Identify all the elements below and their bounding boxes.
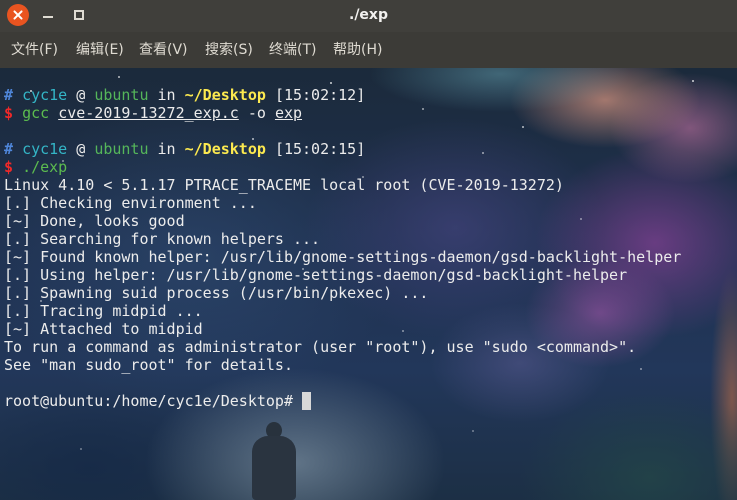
prompt-time: [15:02:15]: [274, 140, 366, 158]
output-line: [~] Found known helper: /usr/lib/gnome-s…: [4, 248, 682, 266]
command-line: $ gcc cve-2019-13272_exp.c -o exp: [4, 104, 681, 122]
prompt-in: in: [157, 140, 176, 158]
command-arg: cve-2019-13272_exp.c: [58, 104, 239, 122]
menu-item-edit[interactable]: 编辑(E): [76, 32, 124, 68]
terminal-window: ./exp 文件(F) 编辑(E) 查看(V) 搜索(S) 终端(T) 帮助(H…: [0, 0, 737, 500]
command-arg: -o: [247, 104, 266, 122]
prompt-at: @: [76, 140, 86, 158]
prompt-dir: ~/Desktop: [184, 140, 266, 158]
menu-item-file[interactable]: 文件(F): [11, 32, 58, 68]
menu-bar: 文件(F) 编辑(E) 查看(V) 搜索(S) 终端(T) 帮助(H): [0, 32, 737, 68]
prompt-hash: #: [4, 140, 14, 158]
close-button[interactable]: [7, 4, 29, 26]
minimize-icon: [43, 16, 53, 18]
prompt-host: ubuntu: [94, 86, 149, 104]
prompt-dir: ~/Desktop: [184, 86, 266, 104]
prompt-time: [15:02:12]: [274, 86, 366, 104]
minimize-button[interactable]: [37, 5, 59, 27]
maximize-icon: [74, 10, 84, 20]
prompt-user: cyc1e: [22, 140, 68, 158]
menu-item-search[interactable]: 搜索(S): [205, 32, 253, 68]
terminal-cursor: [302, 392, 312, 410]
output-line: [.] Tracing midpid ...: [4, 302, 203, 320]
output-line: To run a command as administrator (user …: [4, 338, 637, 356]
close-icon: [7, 4, 29, 26]
command-program: ./exp: [22, 158, 68, 176]
output-line: [.] Searching for known helpers ...: [4, 230, 321, 248]
output-line: [~] Done, looks good: [4, 212, 185, 230]
stars-decoration: [0, 68, 2, 70]
prompt-user: cyc1e: [22, 86, 68, 104]
output-line: Linux 4.10 < 5.1.17 PTRACE_TRACEME local…: [4, 176, 564, 194]
terminal-view[interactable]: # cyc1e @ ubuntu in ~/Desktop [15:02:12]…: [0, 68, 737, 500]
prompt-dollar: $: [4, 158, 14, 176]
prompt-in: in: [157, 86, 176, 104]
output-line: [.] Spawning suid process (/usr/bin/pkex…: [4, 284, 429, 302]
command-line: $ ./exp: [4, 158, 681, 176]
menu-item-help[interactable]: 帮助(H): [333, 32, 382, 68]
prompt-hash: #: [4, 86, 14, 104]
person-silhouette-body: [252, 436, 296, 500]
title-bar[interactable]: ./exp: [0, 0, 737, 32]
output-line: [~] Attached to midpid: [4, 320, 203, 338]
shell-prompt: root@ubuntu:/home/cyc1e/Desktop#: [4, 392, 293, 410]
menu-item-terminal[interactable]: 终端(T): [269, 32, 316, 68]
output-line: See "man sudo_root" for details.: [4, 356, 293, 374]
prompt-at: @: [76, 86, 86, 104]
menu-item-view[interactable]: 查看(V): [139, 32, 188, 68]
prompt-host: ubuntu: [94, 140, 149, 158]
command-arg: exp: [274, 104, 303, 122]
maximize-button[interactable]: [67, 5, 89, 27]
output-line: [.] Using helper: /usr/lib/gnome-setting…: [4, 266, 628, 284]
prompt-line: # cyc1e @ ubuntu in ~/Desktop [15:02:12]: [4, 86, 681, 104]
prompt-line: # cyc1e @ ubuntu in ~/Desktop [15:02:15]: [4, 140, 681, 158]
shell-prompt-line[interactable]: root@ubuntu:/home/cyc1e/Desktop#: [4, 392, 681, 410]
output-line: [.] Checking environment ...: [4, 194, 257, 212]
terminal-output: # cyc1e @ ubuntu in ~/Desktop [15:02:12]…: [4, 68, 681, 410]
command-program: gcc: [22, 104, 50, 122]
window-title: ./exp: [349, 7, 388, 23]
prompt-dollar: $: [4, 104, 14, 122]
